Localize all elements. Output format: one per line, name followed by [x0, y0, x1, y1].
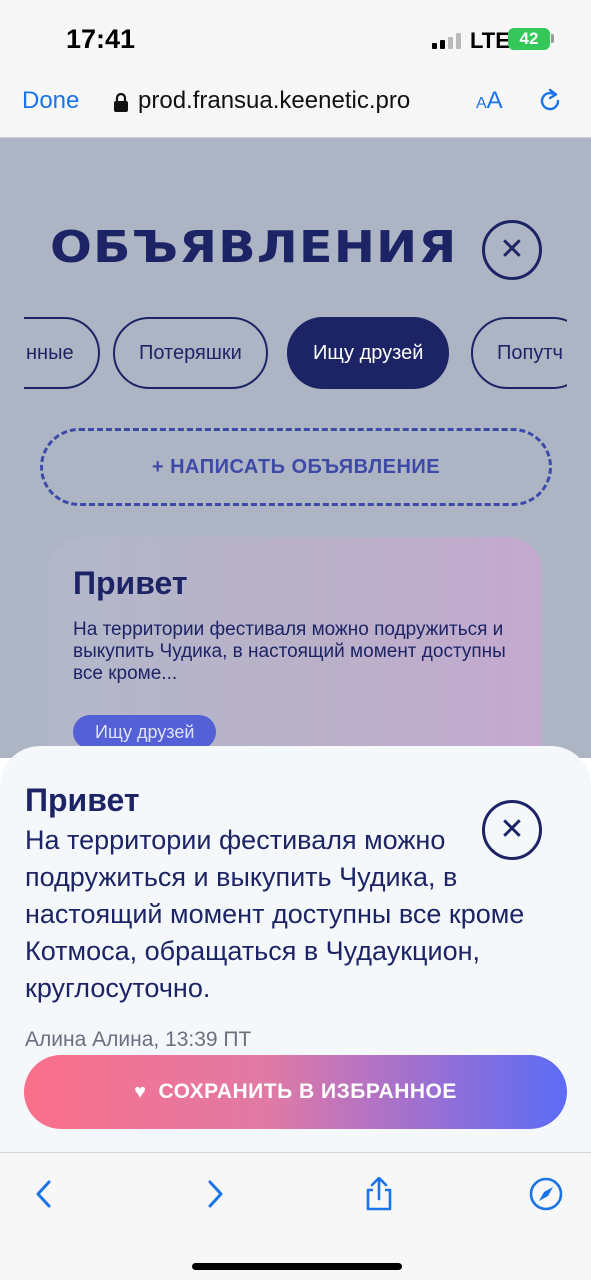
tab-next[interactable]: Попутч	[471, 317, 567, 389]
share-icon[interactable]	[362, 1177, 396, 1211]
browser-address-bar: Done prod.fransua.keenetic.pro AA	[0, 72, 591, 138]
browser-toolbar	[0, 1152, 591, 1280]
status-bar: 17:41 LTE 42	[0, 0, 591, 72]
card-tag: Ищу друзей	[73, 715, 217, 749]
announcement-card[interactable]: Привет На территории фестиваля можно под…	[48, 537, 542, 758]
lock-icon	[114, 93, 128, 112]
battery-tip	[551, 34, 554, 43]
card-text: На территории фестиваля можно подружитьс…	[73, 619, 506, 684]
announcement-detail-sheet: Привет На территории фестиваля можно под…	[0, 746, 591, 1152]
sheet-text: На территории фестиваля можно подружитьс…	[25, 825, 525, 1003]
tab-find-friends[interactable]: Ищу друзей	[287, 317, 450, 389]
sheet-close-button[interactable]: ✕	[482, 800, 542, 860]
signal-icon	[432, 33, 462, 49]
announcements-page: ОБЪЯВЛЕНИЯ ✕ нные Потеряшки Ищу друзей П…	[0, 138, 591, 758]
back-icon[interactable]	[28, 1177, 62, 1211]
url-text[interactable]: prod.fransua.keenetic.pro	[138, 87, 410, 115]
page-close-button[interactable]: ✕	[482, 220, 542, 280]
save-button-label: СОХРАНИТЬ В ИЗБРАННОЕ	[158, 1080, 457, 1103]
heart-icon: ♥	[134, 1081, 147, 1103]
status-time: 17:41	[66, 24, 136, 54]
tab-lost[interactable]: Потеряшки	[113, 317, 268, 389]
reload-icon[interactable]	[536, 87, 564, 115]
author-meta: Алина Алина, 13:39 ПТ	[25, 1028, 252, 1051]
battery-icon: 42	[508, 28, 550, 50]
done-button[interactable]: Done	[22, 87, 79, 115]
card-title: Привет	[73, 565, 188, 601]
text-size-button[interactable]: AA	[476, 87, 503, 115]
compass-icon[interactable]	[529, 1177, 563, 1211]
sheet-title: Привет	[25, 782, 140, 818]
home-indicator	[192, 1263, 402, 1270]
category-tabs: нные Потеряшки Ищу друзей Попутч	[24, 316, 567, 390]
forward-icon[interactable]	[197, 1177, 231, 1211]
save-favorite-button[interactable]: ♥ СОХРАНИТЬ В ИЗБРАННОЕ	[24, 1055, 567, 1129]
tab-prev[interactable]: нные	[24, 317, 100, 389]
page-title: ОБЪЯВЛЕНИЯ	[50, 222, 458, 273]
network-type: LTE	[470, 28, 510, 53]
write-announcement-button[interactable]: + НАПИСАТЬ ОБЪЯВЛЕНИЕ	[40, 428, 552, 506]
